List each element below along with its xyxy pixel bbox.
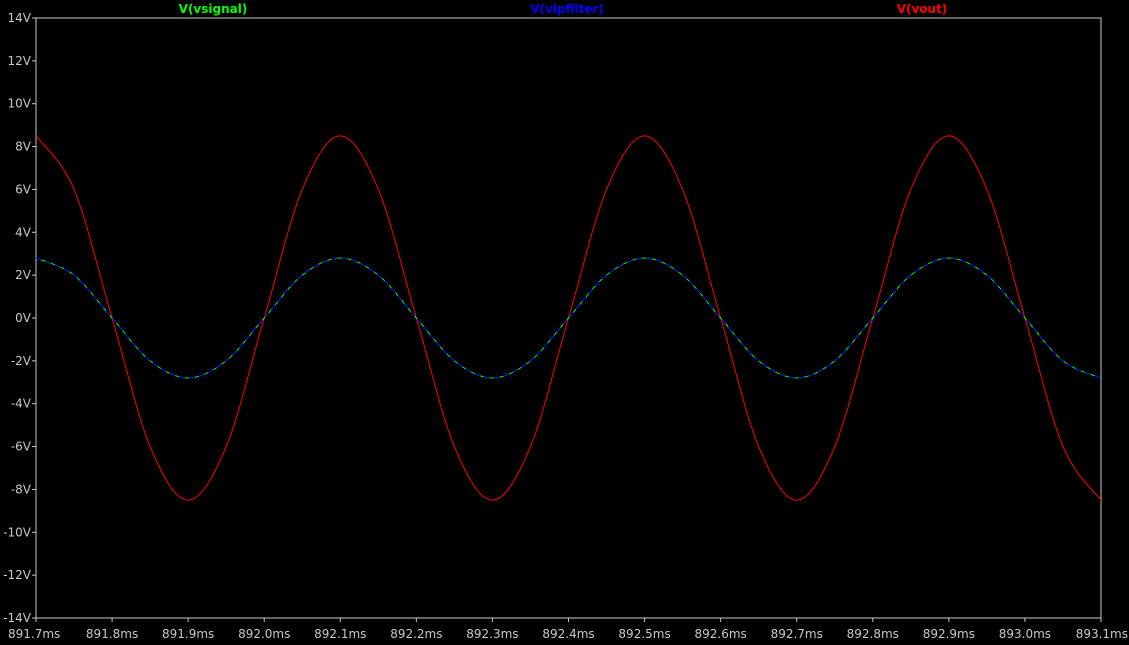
y-tick-label: -8V [11, 482, 32, 496]
y-tick-label: -2V [11, 354, 32, 368]
y-tick-label: 0V [15, 311, 32, 325]
x-tick-label: 891.8ms [86, 627, 138, 641]
y-tick-label: 14V [8, 11, 32, 25]
x-tick-label: 892.7ms [771, 627, 823, 641]
y-tick-label: -6V [11, 440, 32, 454]
y-tick-label: -12V [3, 568, 32, 582]
y-tick-label: 8V [15, 140, 32, 154]
x-tick-label: 892.6ms [694, 627, 746, 641]
x-tick-label: 891.7ms [8, 627, 60, 641]
x-tick-label: 893.0ms [999, 627, 1051, 641]
waveform-plot: V(vsignal) V(vlpfilter) V(vout) 14V 12V 10… [0, 0, 1129, 645]
x-tick-label: 892.5ms [618, 627, 670, 641]
y-tick-label: -10V [3, 525, 32, 539]
y-tick-label: 4V [15, 225, 32, 239]
x-tick-label: 892.0ms [238, 627, 290, 641]
y-tick-label: 2V [15, 268, 32, 282]
legend-vout[interactable]: V(vout) [897, 2, 948, 16]
x-tick-label: 892.9ms [923, 627, 975, 641]
x-tick-label: 891.9ms [162, 627, 214, 641]
y-tick-label: 6V [15, 182, 32, 196]
legend-vlpfilter[interactable]: V(vlpfilter) [530, 2, 604, 16]
x-tick-label: 892.3ms [466, 627, 518, 641]
y-tick-label: 10V [8, 97, 32, 111]
y-tick-label: 12V [8, 54, 32, 68]
y-tick-label: -4V [11, 397, 32, 411]
y-tick-label: -14V [3, 611, 32, 625]
x-tick-label: 892.2ms [390, 627, 442, 641]
legend-vsignal[interactable]: V(vsignal) [179, 2, 248, 16]
x-tick-label: 893.1ms [1076, 627, 1128, 641]
x-tick-label: 892.4ms [542, 627, 594, 641]
x-tick-label: 892.1ms [314, 627, 366, 641]
x-tick-label: 892.8ms [847, 627, 899, 641]
